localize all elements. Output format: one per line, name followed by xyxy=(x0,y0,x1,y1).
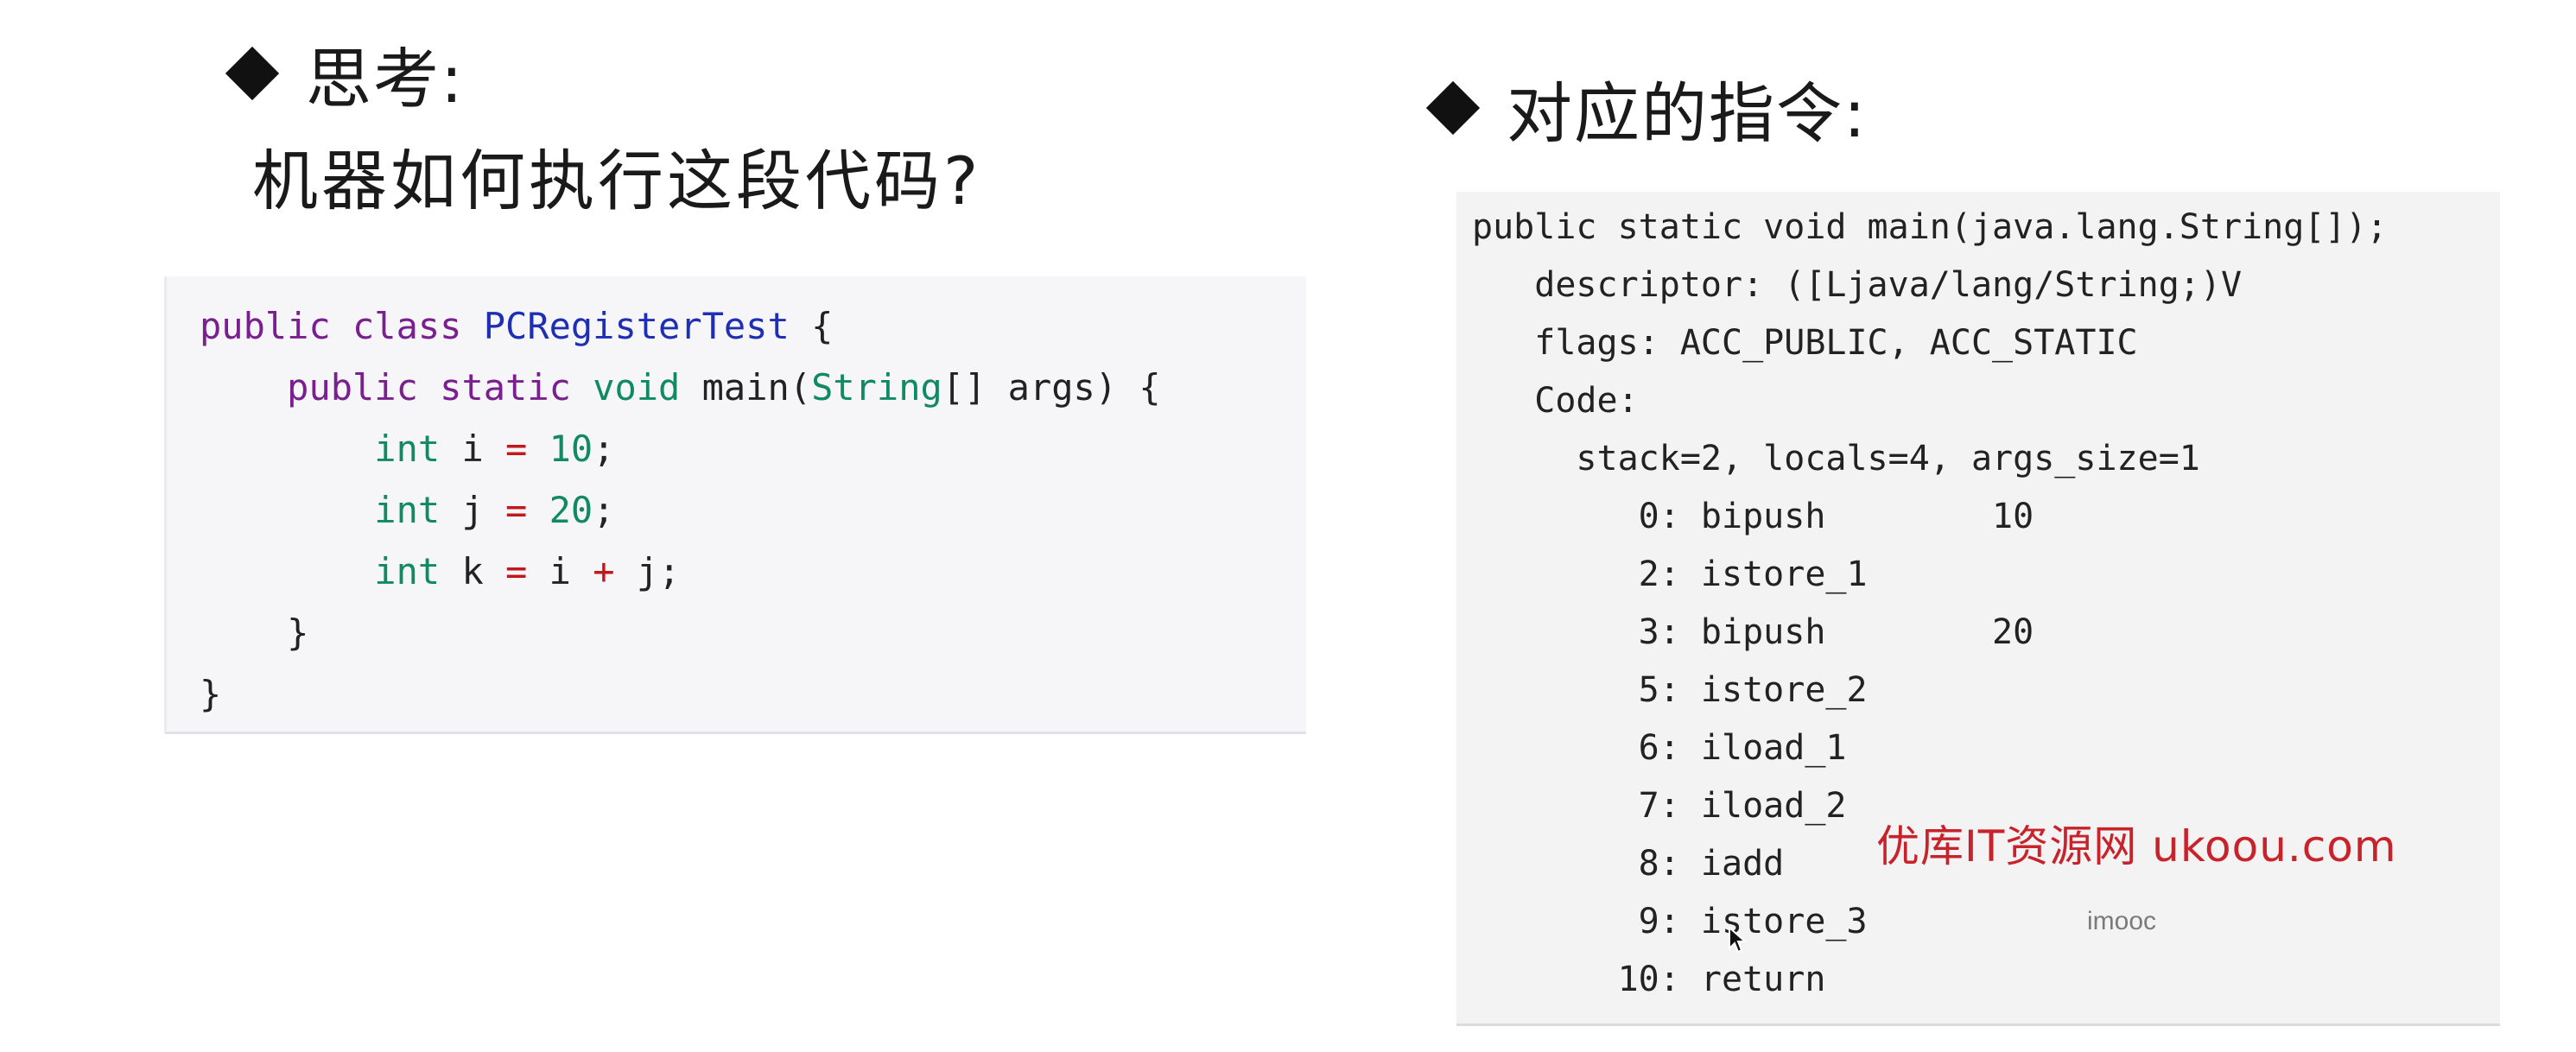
bytecode-line: 0: bipush 10 xyxy=(1472,497,2034,536)
bytecode-line: 9: istore_3 xyxy=(1472,902,1868,941)
bytecode-line: 6: iload_1 xyxy=(1472,728,1847,768)
bytecode-line: public static void main(java.lang.String… xyxy=(1472,207,2388,247)
bytecode-lines: public static void main(java.lang.String… xyxy=(1472,199,2388,1009)
code-token: main( xyxy=(701,366,812,409)
code-token: PCRegisterTest xyxy=(483,305,790,347)
code-line-5: int k = i + j; xyxy=(200,541,1161,602)
code-token: int xyxy=(374,550,441,593)
code-token: ; xyxy=(593,489,615,531)
left-heading-title: 思考: xyxy=(306,41,465,117)
right-heading: 对应的指令: xyxy=(1425,60,1868,155)
bytecode-line: 10: return xyxy=(1472,960,1826,999)
slide: 思考: 机器如何执行这段代码? public class PCRegisterT… xyxy=(0,0,2576,1052)
bytecode-line: 5: istore_2 xyxy=(1472,670,1868,710)
code-line-7: } xyxy=(200,663,1161,725)
bytecode-line: flags: ACC_PUBLIC, ACC_STATIC xyxy=(1472,323,2138,363)
java-code-lines: public class PCRegisterTest { public sta… xyxy=(200,295,1161,725)
code-token: = xyxy=(505,550,528,593)
code-token: i xyxy=(461,428,484,470)
code-line-6: } xyxy=(200,602,1161,663)
brand-label: imooc xyxy=(2087,907,2157,935)
code-line-2: public static void main(String[] args) { xyxy=(200,357,1161,418)
code-token: 20 xyxy=(549,489,593,531)
code-token: + xyxy=(593,550,615,593)
code-token: } xyxy=(200,673,222,715)
code-token: int xyxy=(374,428,441,470)
code-token: [] args) { xyxy=(942,366,1161,409)
watermark-text: 优库IT资源网 ukoou.com xyxy=(1876,821,2397,871)
code-token: { xyxy=(811,305,834,347)
code-token: i xyxy=(549,550,571,593)
code-token: 10 xyxy=(549,428,593,470)
code-token: String xyxy=(811,366,942,409)
code-token: class xyxy=(352,305,462,347)
code-line-4: int j = 20; xyxy=(200,479,1161,541)
bytecode-line: 2: istore_1 xyxy=(1472,555,1868,594)
code-line-1: public class PCRegisterTest { xyxy=(200,295,1161,357)
bytecode-line: descriptor: ([Ljava/lang/String;)V xyxy=(1472,265,2243,305)
right-heading-title: 对应的指令: xyxy=(1507,75,1868,152)
code-token: int xyxy=(374,489,441,531)
code-token: k xyxy=(461,550,484,593)
cursor-icon xyxy=(1729,926,1747,954)
bytecode-line: stack=2, locals=4, args_size=1 xyxy=(1472,439,2200,478)
code-token: ; xyxy=(593,428,615,470)
code-token: public xyxy=(287,366,418,409)
diamond-icon xyxy=(1425,80,1481,136)
bytecode-line: Code: xyxy=(1472,381,1639,421)
code-token: j xyxy=(461,489,484,531)
left-heading: 思考: 机器如何执行这段代码? xyxy=(225,26,982,223)
bytecode-line: 3: bipush 20 xyxy=(1472,612,2034,652)
code-token: public xyxy=(200,305,331,347)
bytecode-block: public static void main(java.lang.String… xyxy=(1456,192,2500,1026)
left-heading-row: 思考: xyxy=(225,26,981,121)
java-code-block: public class PCRegisterTest { public sta… xyxy=(164,276,1306,734)
left-heading-question: 机器如何执行这段代码? xyxy=(252,143,982,219)
code-token: } xyxy=(287,612,309,654)
diamond-icon xyxy=(225,46,280,101)
code-token: j; xyxy=(636,550,681,593)
code-line-3: int i = 10; xyxy=(200,418,1161,479)
code-token: = xyxy=(505,489,528,531)
code-token: = xyxy=(505,428,528,470)
code-token: void xyxy=(593,366,681,409)
code-token: static xyxy=(440,366,571,409)
